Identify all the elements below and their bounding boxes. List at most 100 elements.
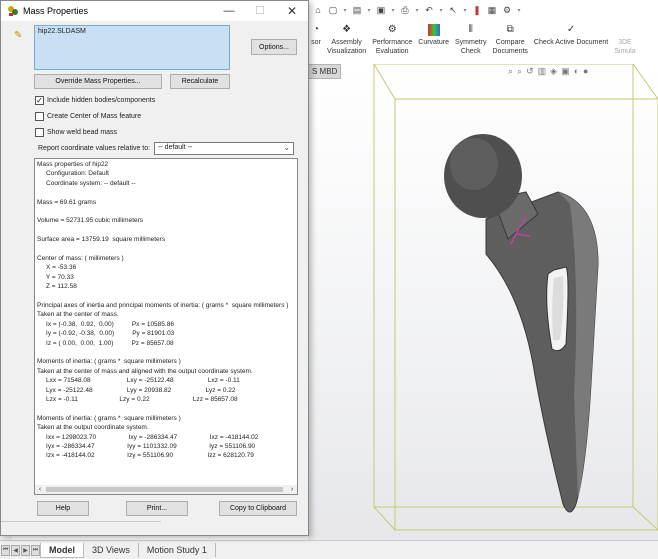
horizontal-scrollbar[interactable]: ‹ › [35, 485, 297, 494]
ribbon-label: Symmetry Check [455, 39, 487, 55]
chevron-down-icon[interactable]: ▾ [462, 7, 468, 14]
copy-to-clipboard-button[interactable]: Copy to Clipboard [219, 501, 297, 516]
gear-icon[interactable]: ⚙ [501, 5, 513, 16]
zoom-to-fit-icon[interactable]: ⌕ [508, 66, 513, 77]
traffic-light-icon[interactable]: ❚ [471, 5, 483, 16]
maximize-button[interactable]: ☐ [246, 3, 274, 19]
quick-access-toolbar: ⌂ ▢ ▾ ▤ ▾ ▣ ▾ ⎙ ▾ ↶ ▾ ↖ ▾ ❚ ▦ ⚙ ▾ [308, 0, 658, 20]
override-mass-properties-button[interactable]: Override Mass Properties... [34, 74, 162, 89]
mbd-tab[interactable]: S MBD [308, 64, 341, 79]
mass-properties-dialog: Mass Properties — ☐ ✕ ✎ hip22.SLDASM Opt… [0, 0, 309, 536]
print-button[interactable]: Print... [126, 501, 188, 516]
appearance-icon[interactable]: ● [583, 66, 588, 77]
performance-evaluation-icon: ⚙ [387, 24, 397, 35]
prev-tab-icon[interactable]: ◀ [11, 544, 20, 556]
chevron-down-icon[interactable]: ▾ [342, 7, 348, 14]
include-hidden-checkbox-row[interactable]: ✓ Include hidden bodies/components [35, 96, 155, 105]
results-line: Taken at the center of mass and aligned … [37, 367, 253, 375]
save-icon[interactable]: ▣ [375, 5, 387, 16]
ribbon-item-performance-evaluation[interactable]: ⚙ Performance Evaluation [369, 24, 415, 56]
checkbox-label: Show weld bead mass [47, 129, 118, 136]
undo-icon[interactable]: ↶ [423, 5, 435, 16]
chevron-down-icon[interactable]: ▾ [516, 7, 522, 14]
tab-motion-study[interactable]: Motion Study 1 [139, 543, 216, 557]
results-line: Lxx = 71548.08 Lxy = -25122.48 Lxz = -0.… [37, 377, 240, 385]
weld-bead-checkbox[interactable] [35, 128, 44, 137]
heads-up-toolbar: ⌕ ⌕ ↺ ▥ ◈ ▣ ◐ ● [508, 66, 588, 77]
home-icon[interactable]: ⌂ [312, 5, 324, 15]
ribbon-item-curvature[interactable]: Curvature [415, 24, 452, 47]
scroll-thumb[interactable] [46, 487, 283, 492]
results-line: Coordinate system: -- default -- [37, 179, 136, 187]
help-button[interactable]: Help [37, 501, 89, 516]
results-line: Y = 70.33 [37, 273, 74, 281]
ribbon-label: sor [311, 39, 321, 46]
last-tab-icon[interactable]: ⏭ [31, 544, 40, 556]
results-text-area[interactable]: Mass properties of hip22 Configuration: … [34, 158, 298, 495]
create-com-checkbox[interactable] [35, 112, 44, 121]
view-orientation-icon[interactable]: ◈ [550, 66, 557, 77]
results-line: Iy = (-0.92, -0.38, 0.00) Py = 81901.03 [37, 330, 175, 338]
results-line: Z = 112.58 [37, 283, 77, 291]
graphics-viewport[interactable]: S MBD ⌕ ⌕ ↺ ▥ ◈ ▣ ◐ ● [308, 64, 658, 540]
select-cursor-icon[interactable]: ↖ [447, 5, 459, 16]
hide-show-icon[interactable]: ◐ [574, 66, 579, 77]
results-line: Principal axes of inertia and principal … [37, 302, 289, 309]
results-line: Moments of inertia: ( grams * square mil… [37, 358, 181, 366]
results-line: Izx = -418144.02 Izy = 551106.90 Izz = 6… [37, 452, 254, 460]
print-icon[interactable]: ⎙ [399, 5, 411, 16]
file-properties-icon[interactable]: ▦ [486, 5, 498, 16]
tab-3d-views[interactable]: 3D Views [84, 543, 139, 557]
options-button[interactable]: Options... [251, 39, 297, 55]
previous-view-icon[interactable]: ↺ [526, 66, 534, 77]
ribbon-item-assembly-visualization[interactable]: ❖ Assembly Visualization [324, 24, 369, 56]
tab-model[interactable]: Model [40, 542, 84, 558]
selection-icon: ✎ [14, 30, 23, 41]
coord-value: -- default -- [158, 144, 193, 151]
results-line: Center of mass: ( millimeters ) [37, 255, 124, 262]
first-tab-icon[interactable]: ⏮ [1, 544, 10, 556]
scroll-left-icon[interactable]: ‹ [35, 486, 45, 493]
minimize-button[interactable]: — [215, 3, 243, 19]
ribbon-item-sensor[interactable]: ◔ sor [308, 24, 324, 47]
dialog-bottom-scrollbar[interactable] [1, 521, 161, 528]
ribbon-item-symmetry-check[interactable]: ⫴ Symmetry Check [452, 24, 490, 56]
ribbon-label: 3DE Simula [614, 39, 636, 55]
head-highlight [450, 138, 498, 190]
evaluate-ribbon: ◔ sor ❖ Assembly Visualization ⚙ Performa… [308, 22, 658, 64]
chevron-down-icon[interactable]: ▾ [438, 7, 444, 14]
coordinate-system-select[interactable]: -- default -- ⌄ [154, 142, 295, 155]
include-hidden-checkbox[interactable]: ✓ [35, 96, 44, 105]
results-line: Volume = 52731.95 cubic millimeters [37, 217, 144, 225]
display-style-icon[interactable]: ▣ [561, 66, 570, 77]
dialog-title: Mass Properties [23, 6, 89, 16]
create-com-checkbox-row[interactable]: Create Center of Mass feature [35, 112, 141, 121]
results-line: X = -53.36 [37, 264, 77, 272]
symmetry-check-icon: ⫴ [468, 24, 473, 35]
selected-items-list[interactable]: hip22.SLDASM [34, 25, 230, 70]
selected-item[interactable]: hip22.SLDASM [38, 28, 86, 35]
checkbox-label: Include hidden bodies/components [47, 97, 156, 104]
ribbon-label: Compare Documents [492, 39, 528, 55]
ribbon-label: Check Active Document [533, 39, 609, 46]
bottom-tab-bar: ⏮ ◀ ▶ ⏭ Model 3D Views Motion Study 1 [0, 540, 658, 559]
chevron-down-icon[interactable]: ▾ [366, 7, 372, 14]
next-tab-icon[interactable]: ▶ [21, 544, 30, 556]
recalculate-button[interactable]: Recalculate [170, 74, 230, 89]
scroll-right-icon[interactable]: › [287, 486, 297, 493]
new-file-icon[interactable]: ▢ [327, 5, 339, 16]
ribbon-label: Performance Evaluation [372, 39, 413, 55]
weld-bead-checkbox-row[interactable]: Show weld bead mass [35, 128, 117, 137]
section-view-icon[interactable]: ▥ [538, 66, 547, 77]
open-folder-icon[interactable]: ▤ [351, 5, 363, 16]
coordinate-system-row: Report coordinate values relative to: --… [38, 142, 295, 155]
zoom-area-icon[interactable]: ⌕ [517, 66, 522, 77]
ribbon-item-compare-documents[interactable]: ⧉ Compare Documents [490, 24, 531, 56]
hip-implant-model[interactable] [308, 64, 658, 540]
coord-label: Report coordinate values relative to: [38, 145, 151, 152]
close-button[interactable]: ✕ [278, 3, 306, 19]
chevron-down-icon[interactable]: ▾ [390, 7, 396, 14]
ribbon-item-check-active-document[interactable]: ✓ Check Active Document [531, 24, 611, 47]
chevron-down-icon[interactable]: ▾ [414, 7, 420, 14]
ribbon-item-3dexperience-simulation[interactable]: 3DE Simula [611, 24, 638, 56]
